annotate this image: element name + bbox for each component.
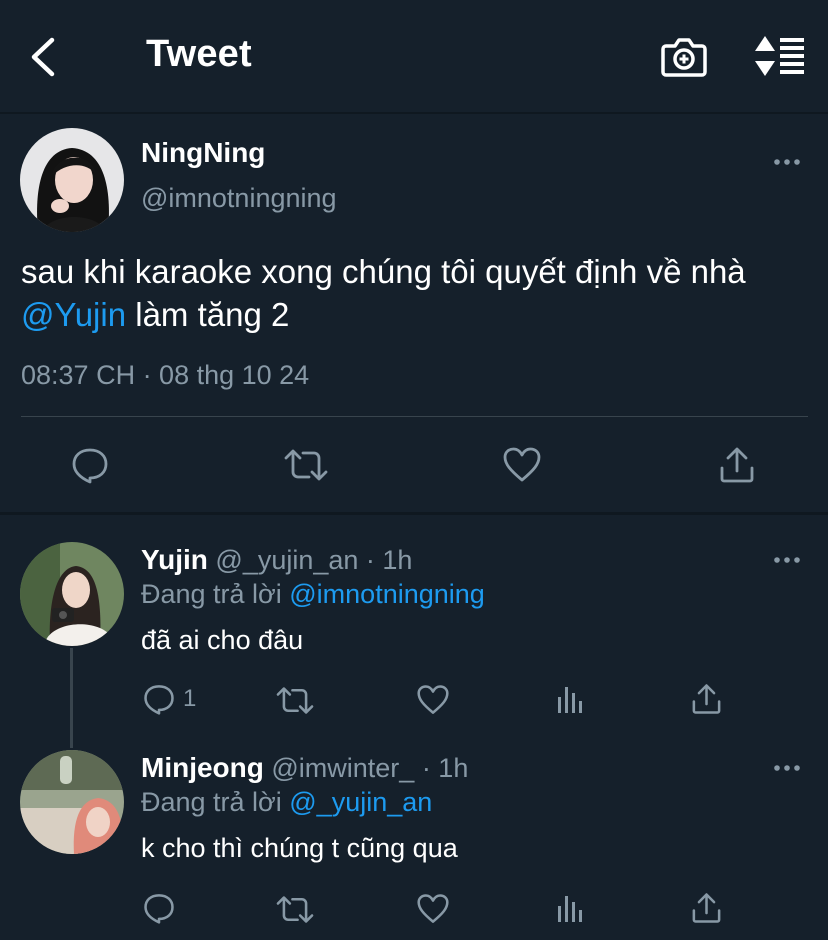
avatar[interactable]	[20, 128, 124, 232]
thread-line	[70, 648, 73, 748]
page-title: Tweet	[146, 33, 252, 75]
like-button[interactable]	[416, 893, 450, 925]
share-button[interactable]	[691, 683, 722, 715]
heart-icon	[417, 894, 449, 923]
more-icon	[774, 557, 800, 563]
tweet-text: sau khi karaoke xong chúng tôi quyết địn…	[21, 250, 811, 336]
like-button[interactable]	[502, 446, 542, 484]
share-icon	[692, 684, 721, 714]
reply-button[interactable]: 1	[143, 683, 196, 715]
reply-button[interactable]	[71, 446, 109, 484]
share-button[interactable]	[691, 892, 722, 924]
mention-link[interactable]: @imnotningning	[289, 579, 485, 609]
header-divider	[0, 112, 828, 114]
reply-header: Yujin @_yujin_an · 1h	[141, 544, 412, 576]
reply-handle-time[interactable]: @_yujin_an · 1h	[208, 545, 412, 575]
retweet-button[interactable]	[284, 448, 328, 482]
reply-icon	[144, 685, 174, 715]
replying-to-label: Đang trả lời	[141, 579, 290, 609]
retweet-icon	[276, 896, 314, 923]
chevron-left-icon	[31, 37, 55, 77]
more-options-button[interactable]	[772, 553, 802, 567]
mention-link[interactable]: @Yujin	[21, 296, 126, 333]
sort-icon	[755, 36, 804, 76]
retweet-button[interactable]	[276, 686, 314, 715]
tweet-text-part: sau khi karaoke xong chúng tôi quyết địn…	[21, 253, 746, 290]
share-icon	[692, 893, 721, 923]
reply-text: k cho thì chúng t cũng qua	[141, 833, 458, 863]
author-handle[interactable]: @imnotningning	[141, 183, 337, 214]
analytics-icon	[558, 896, 582, 922]
tweet-screen: Tweet NingNing @imnotningning sau khi ka…	[0, 0, 828, 940]
avatar[interactable]	[20, 542, 124, 646]
replying-to: Đang trả lời @_yujin_an	[141, 787, 432, 818]
mention-link[interactable]: @_yujin_an	[289, 787, 432, 817]
replying-to: Đang trả lời @imnotningning	[141, 579, 485, 610]
top-bar: Tweet	[0, 0, 828, 112]
tweet-timestamp[interactable]: 08:37 CH · 08 thg 10 24	[21, 360, 309, 391]
more-options-button[interactable]	[772, 761, 802, 775]
reply-text: đã ai cho đâu	[141, 625, 304, 655]
retweet-button[interactable]	[276, 895, 314, 924]
author-name[interactable]: NingNing	[141, 137, 265, 169]
tweet-text-part: làm tăng 2	[126, 296, 290, 333]
avatar[interactable]	[20, 750, 124, 854]
more-options-button[interactable]	[772, 155, 802, 169]
section-divider	[0, 512, 828, 515]
reply-header: Minjeong @imwinter_ · 1h	[141, 752, 468, 784]
reply-author-name[interactable]: Minjeong	[141, 752, 264, 783]
reply-author-name[interactable]: Yujin	[141, 544, 208, 575]
more-icon	[774, 159, 800, 165]
analytics-button[interactable]	[556, 685, 584, 715]
reply-button[interactable]	[143, 892, 183, 924]
reply-handle-time[interactable]: @imwinter_ · 1h	[264, 753, 468, 783]
analytics-button[interactable]	[556, 894, 584, 924]
heart-icon	[503, 447, 541, 482]
camera-add-icon	[661, 38, 707, 77]
share-button[interactable]	[719, 446, 755, 484]
reply-icon	[72, 448, 108, 484]
back-button[interactable]	[26, 34, 66, 80]
replying-to-label: Đang trả lời	[141, 787, 290, 817]
heart-icon	[417, 685, 449, 714]
analytics-icon	[558, 687, 582, 713]
camera-button[interactable]	[660, 36, 708, 78]
share-icon	[720, 447, 754, 483]
divider	[21, 416, 808, 417]
reply-icon	[144, 894, 174, 924]
more-icon	[774, 765, 800, 771]
like-button[interactable]	[416, 684, 450, 716]
retweet-icon	[276, 687, 314, 714]
sort-button[interactable]	[752, 34, 808, 78]
retweet-icon	[284, 449, 328, 481]
reply-count: 1	[183, 685, 197, 712]
